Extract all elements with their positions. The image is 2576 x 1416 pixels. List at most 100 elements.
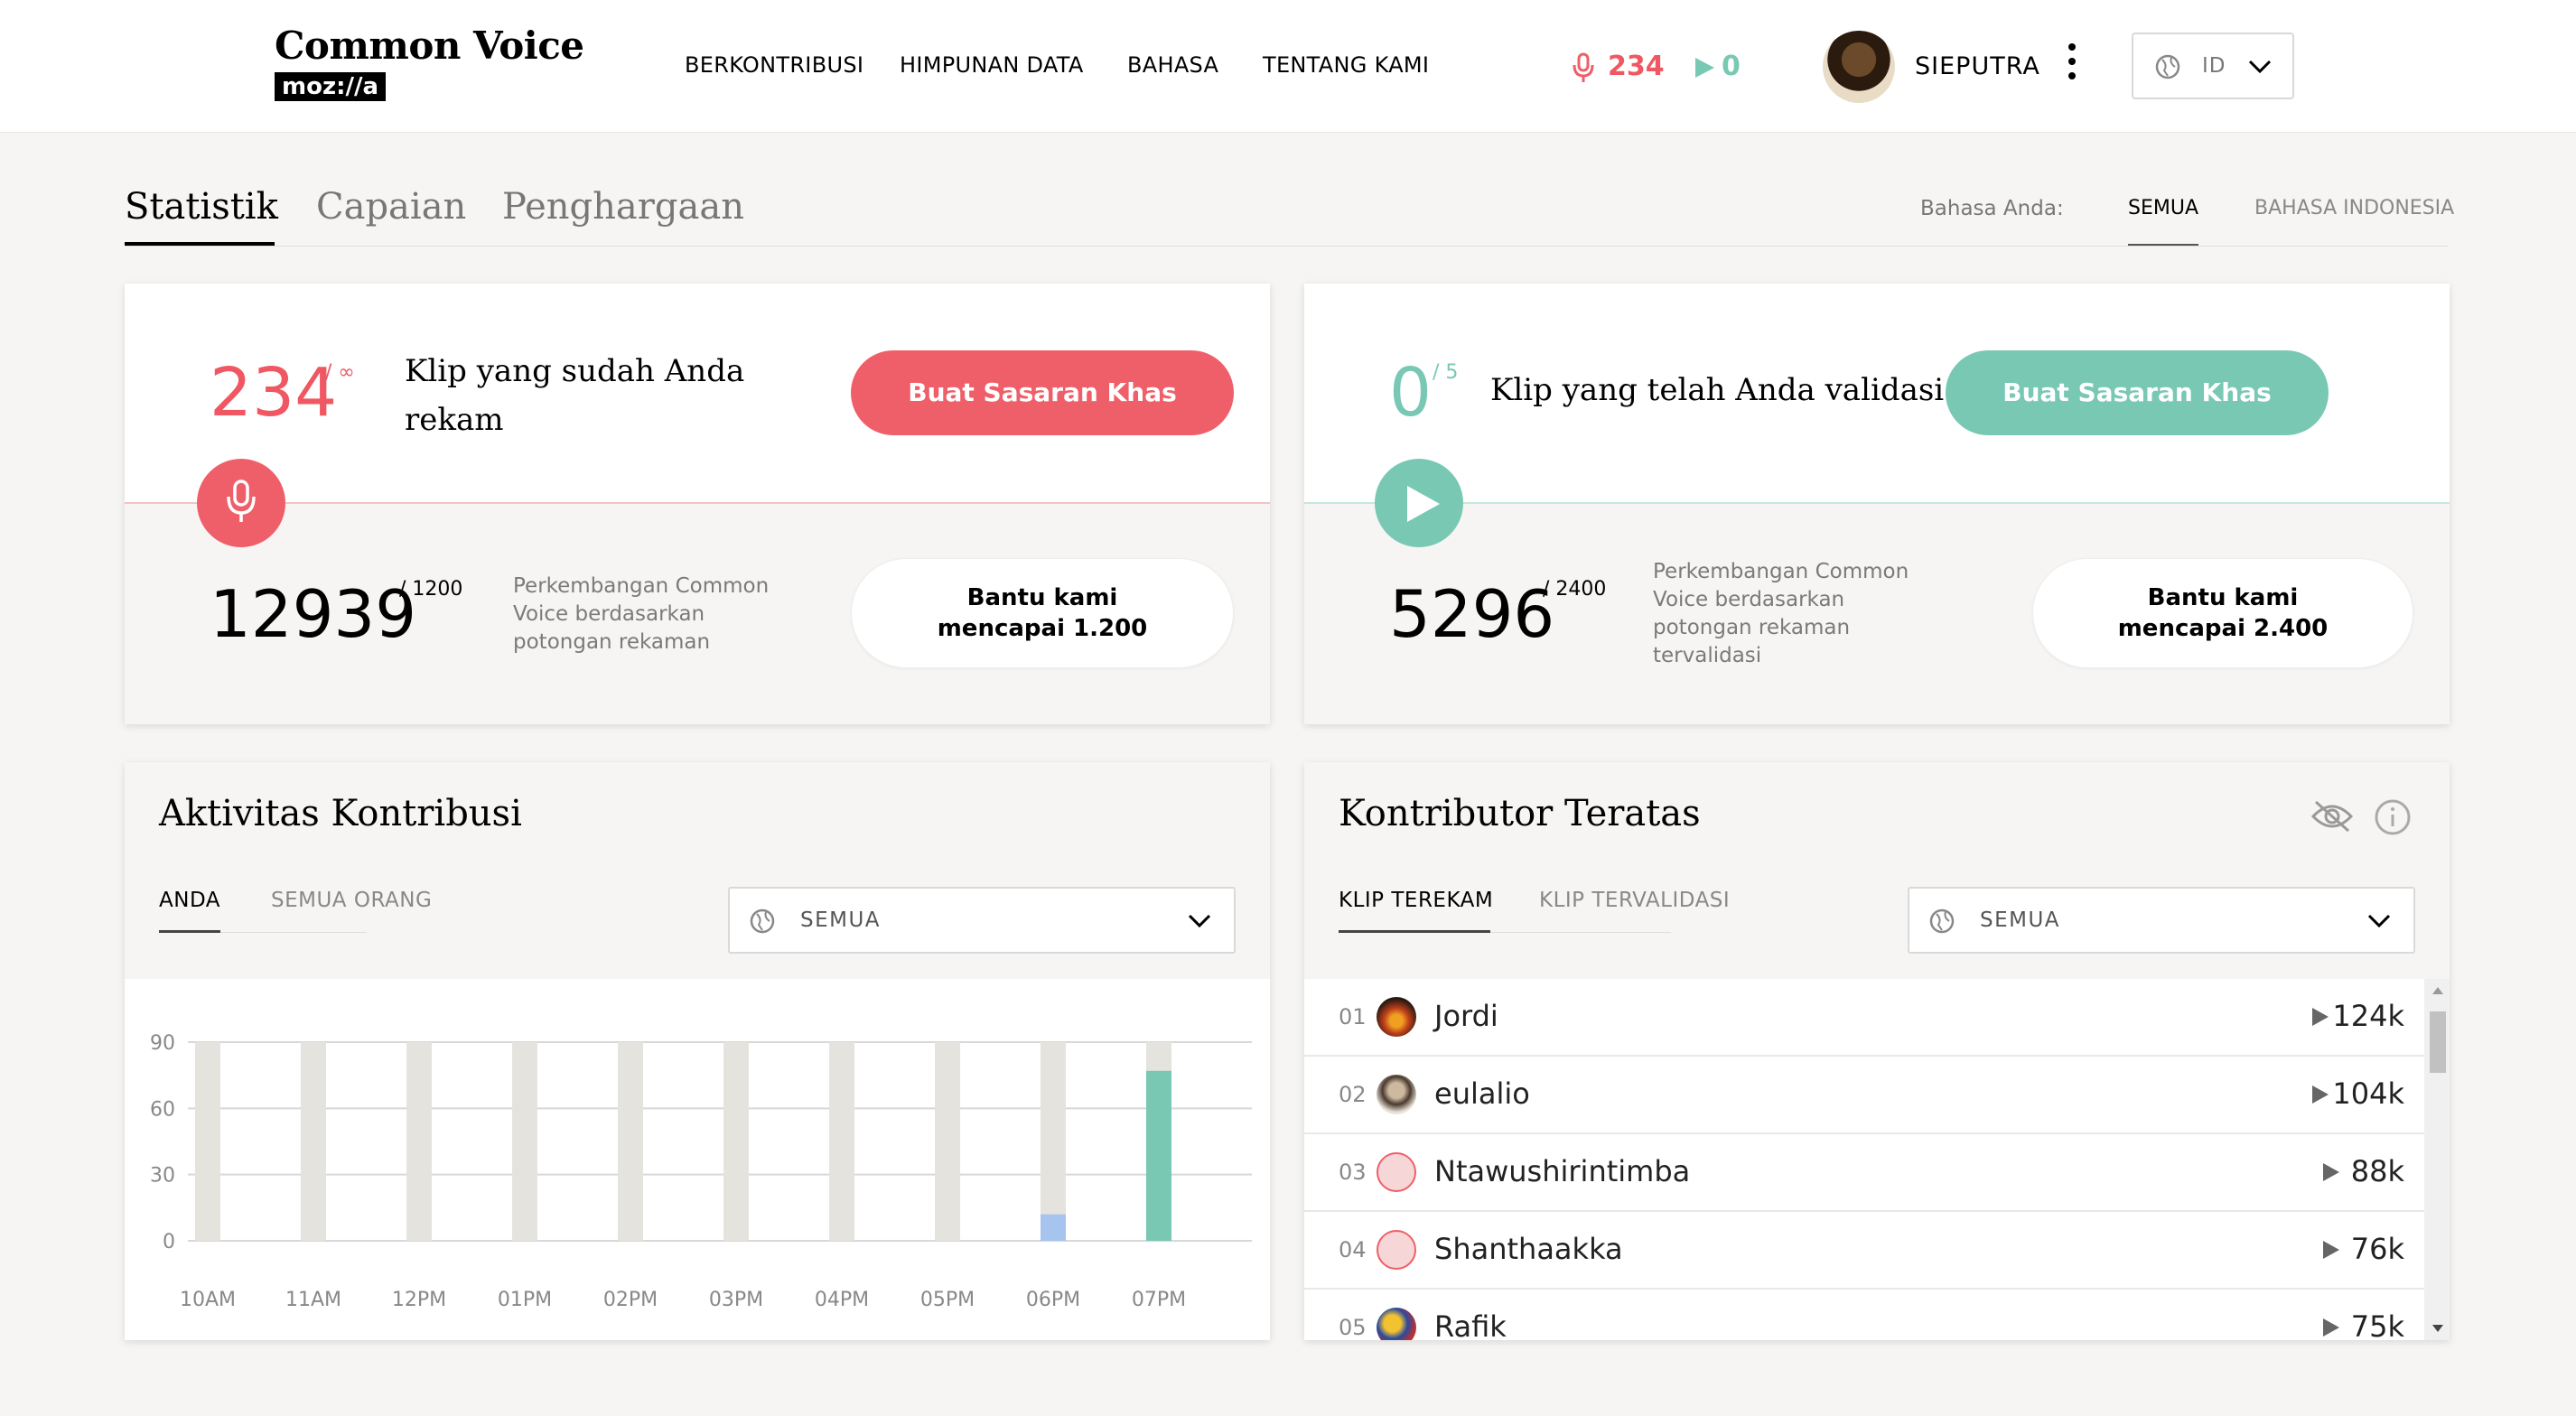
globe-icon — [750, 908, 775, 934]
leaderboard-value: 76k — [2350, 1232, 2404, 1266]
mic-icon — [1573, 52, 1594, 82]
tab-penghargaan[interactable]: Penghargaan — [502, 186, 744, 228]
leaderboard-filter-dropdown[interactable]: SEMUA — [1908, 887, 2415, 954]
leaderboard-name: Shanthaakka — [1434, 1232, 1623, 1266]
validate-play-button[interactable] — [1375, 459, 1463, 547]
x-tick-label: 06PM — [1026, 1289, 1080, 1311]
activity-chart-area: 0 30 60 90 10AM 11AM 12PM 01PM 02PM 03PM 04PM 05PM 0… — [125, 979, 1270, 1340]
nav-tentang-kami[interactable]: TENTANG KAMI — [1263, 52, 1429, 78]
leaderboard-scrollbar[interactable] — [2424, 979, 2450, 1340]
scroll-down-icon[interactable] — [2431, 1324, 2444, 1333]
leaderboard-name: eulalio — [1434, 1076, 1530, 1111]
mozilla-logo[interactable]: moz://a — [275, 72, 387, 101]
activity-tab-semua-orang[interactable]: SEMUA ORANG — [271, 889, 432, 912]
tab-capaian[interactable]: Capaian — [316, 186, 466, 228]
leaderboard-rank: 04 — [1339, 1237, 1367, 1262]
record-community-section: 12939 / 1200 Perkembangan Common Voice b… — [125, 502, 1270, 724]
more-menu-icon[interactable] — [2068, 43, 2077, 88]
scrollbar-thumb[interactable] — [2430, 1011, 2446, 1073]
leaderboard-row[interactable]: 03 Ntawushirintimba 88k — [1304, 1134, 2431, 1212]
leaderboard-rank: 02 — [1339, 1082, 1367, 1107]
leaderboard-rank: 03 — [1339, 1160, 1367, 1185]
activity-chart: 0 30 60 90 10AM 11AM 12PM 01PM 02PM 03PM 04PM 05PM 0… — [150, 1032, 1252, 1311]
leaderboard-title: Kontributor Teratas — [1339, 793, 1701, 834]
activity-tabs-rule — [220, 932, 367, 933]
validated-count[interactable]: 0 — [1722, 51, 1741, 82]
activity-filter-dropdown[interactable]: SEMUA — [728, 887, 1236, 954]
avatar — [1377, 997, 1416, 1037]
leaderboard-card: Kontributor Teratas KLIP TEREKAM KLIP TE… — [1304, 762, 2450, 1340]
mic-icon — [227, 480, 256, 522]
play-icon — [2312, 1085, 2329, 1104]
top-header: Common Voice moz://a BERKONTRIBUSI HIMPU… — [0, 0, 2576, 133]
play-icon — [2312, 1008, 2329, 1026]
leaderboard-tab-klip-tervalidasi[interactable]: KLIP TERVALIDASI — [1539, 889, 1730, 912]
leaderboard-tab-klip-terekam[interactable]: KLIP TEREKAM — [1339, 889, 1493, 912]
leaderboard-row[interactable]: 05 Rafik 75k — [1304, 1290, 2431, 1340]
activity-tab-underline — [159, 930, 220, 933]
leaderboard-value: 75k — [2350, 1309, 2404, 1340]
tab-statistik[interactable]: Statistik — [125, 186, 278, 228]
globe-icon — [2155, 54, 2180, 79]
robot-avatar-icon — [1377, 1152, 1416, 1192]
logo-title[interactable]: Common Voice — [275, 23, 584, 68]
record-count: 234 — [210, 354, 338, 432]
locale-value: ID — [2202, 54, 2226, 78]
language-tab-semua[interactable]: SEMUA — [2128, 197, 2198, 219]
leaderboard-value: 124k — [2332, 999, 2404, 1033]
validate-set-goal-button[interactable]: Buat Sasaran Khas — [1946, 350, 2329, 435]
x-tick-label: 05PM — [920, 1289, 975, 1311]
chevron-down-icon — [2367, 914, 2391, 928]
info-icon[interactable] — [2374, 798, 2412, 836]
leaderboard-filter-value: SEMUA — [1980, 908, 2061, 932]
y-tick-label: 0 — [163, 1231, 175, 1253]
activity-card: Aktivitas Kontribusi ANDA SEMUA ORANG SE… — [125, 762, 1270, 1340]
record-community-goal: / 1200 — [399, 578, 463, 601]
activity-filter-value: SEMUA — [800, 908, 882, 932]
x-tick-label: 07PM — [1132, 1289, 1186, 1311]
validate-goal: / 5 — [1433, 361, 1459, 384]
y-tick-label: 60 — [150, 1098, 175, 1121]
x-tick-label: 11AM — [285, 1289, 341, 1311]
leaderboard-row[interactable]: 04 Shanthaakka 76k — [1304, 1212, 2431, 1290]
record-mic-button[interactable] — [197, 459, 285, 547]
play-icon — [2323, 1163, 2339, 1181]
validate-community-desc: Perkembangan Common Voice berdasarkan po… — [1653, 560, 1909, 667]
validate-community-section: 5296 / 2400 Perkembangan Common Voice be… — [1304, 502, 2450, 724]
leaderboard-row[interactable]: 02 eulalio 104k — [1304, 1057, 2431, 1134]
nav-bahasa[interactable]: BAHASA — [1127, 52, 1218, 78]
language-tab-bahasa-indonesia[interactable]: BAHASA INDONESIA — [2254, 197, 2454, 219]
validate-count: 0 — [1389, 354, 1433, 432]
leaderboard-row[interactable]: 01 Jordi 124k — [1304, 979, 2431, 1057]
chart-bar-background — [406, 1042, 432, 1241]
leaderboard-value: 104k — [2332, 1076, 2404, 1111]
chart-bar-background — [512, 1042, 537, 1241]
username[interactable]: SIEPUTRA — [1915, 52, 2040, 80]
avatar[interactable] — [1823, 31, 1895, 103]
chart-bar-background — [618, 1042, 643, 1241]
x-tick-label: 10AM — [180, 1289, 236, 1311]
y-tick-label: 30 — [150, 1165, 175, 1188]
validate-community-goal: / 2400 — [1543, 578, 1607, 601]
chart-bar-background — [1041, 1042, 1066, 1241]
chart-bar[interactable] — [1041, 1214, 1066, 1241]
eye-hidden-icon[interactable] — [2310, 798, 2354, 834]
globe-icon — [1929, 908, 1955, 934]
scroll-up-icon[interactable] — [2431, 986, 2444, 995]
record-help-button[interactable]: Bantu kami mencapai 1.200 — [851, 558, 1234, 668]
activity-tab-anda[interactable]: ANDA — [159, 889, 220, 912]
nav-berkontribusi[interactable]: BERKONTRIBUSI — [685, 52, 863, 78]
record-set-goal-button[interactable]: Buat Sasaran Khas — [851, 350, 1234, 435]
x-tick-label: 01PM — [498, 1289, 552, 1311]
record-label: Klip yang sudah Anda rekam — [405, 353, 745, 438]
validate-help-button[interactable]: Bantu kami mencapai 2.400 — [2032, 558, 2413, 668]
leaderboard-name: Rafik — [1434, 1309, 1507, 1340]
avatar — [1377, 1075, 1416, 1114]
leaderboard-list: 01 Jordi 124k 02 eulalio 104k 03 Ntawush… — [1304, 979, 2450, 1340]
recorded-count[interactable]: 234 — [1608, 51, 1665, 82]
nav-himpunan-data[interactable]: HIMPUNAN DATA — [900, 52, 1084, 78]
validate-community-count: 5296 — [1389, 576, 1555, 652]
locale-select[interactable]: ID — [2132, 33, 2294, 99]
leaderboard-tab-underline — [1339, 930, 1490, 933]
chart-bar[interactable] — [1146, 1070, 1171, 1241]
